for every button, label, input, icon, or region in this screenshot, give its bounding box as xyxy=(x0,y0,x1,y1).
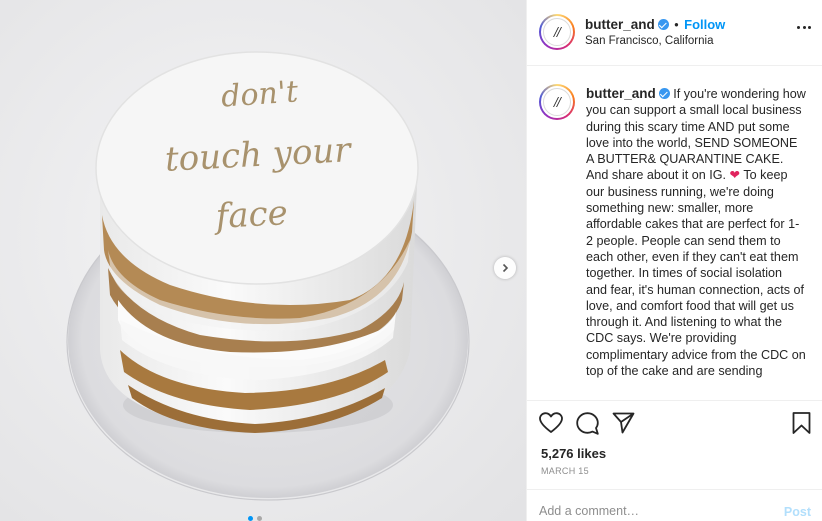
more-dot xyxy=(797,26,800,29)
heart-outline-icon[interactable] xyxy=(539,412,563,434)
carousel-indicator xyxy=(248,516,262,521)
bookmark-icon[interactable] xyxy=(792,412,811,434)
comment-input[interactable] xyxy=(539,504,759,518)
separator-dot: • xyxy=(674,18,679,32)
header-username[interactable]: butter_and xyxy=(585,17,655,32)
avatar-logo: // xyxy=(543,18,571,46)
comment-bar: Post xyxy=(527,489,822,521)
more-dot xyxy=(802,26,806,29)
caption-body-part2: To keep our business running, we're doin… xyxy=(586,168,806,379)
more-options-icon[interactable] xyxy=(797,26,811,29)
carousel-dot xyxy=(257,516,262,521)
cake-photo: don't touch your face xyxy=(0,0,526,521)
chevron-right-icon xyxy=(502,263,509,273)
post-actions: 5,276 likes MARCH 15 Post xyxy=(527,400,822,521)
instagram-post: don't touch your face // butter_and • Fo… xyxy=(0,0,822,521)
caption-area: // butter_and If you're wondering how yo… xyxy=(527,67,822,400)
paper-plane-icon[interactable] xyxy=(612,412,635,434)
post-sidebar: // butter_and • Follow San Francisco, Ca… xyxy=(526,0,822,521)
header-names: butter_and • Follow San Francisco, Calif… xyxy=(585,17,725,47)
post-comment-button[interactable]: Post xyxy=(784,505,811,519)
avatar-logo: // xyxy=(543,88,571,116)
carousel-dot-active xyxy=(248,516,253,521)
like-count[interactable]: 5,276 likes xyxy=(541,446,606,461)
location-link[interactable]: San Francisco, California xyxy=(585,35,725,47)
cake-lettering-line3: face xyxy=(212,193,289,237)
verified-badge-icon xyxy=(658,88,670,99)
carousel-next-button[interactable] xyxy=(494,257,516,279)
heart-emoji: ❤ xyxy=(729,168,741,183)
avatar[interactable]: // xyxy=(539,14,575,50)
cake-lettering-line1: don't xyxy=(220,74,300,114)
caption-avatar[interactable]: // xyxy=(539,84,575,120)
post-header: // butter_and • Follow San Francisco, Ca… xyxy=(527,0,822,66)
avatar-ring: // xyxy=(541,16,573,48)
verified-badge-icon xyxy=(657,19,669,30)
caption-text: butter_and If you're wondering how you c… xyxy=(586,86,806,379)
caption-username[interactable]: butter_and xyxy=(586,86,656,101)
follow-button[interactable]: Follow xyxy=(684,17,725,32)
post-image[interactable]: don't touch your face xyxy=(0,0,526,521)
more-dot xyxy=(808,26,811,29)
comment-bubble-icon[interactable] xyxy=(576,412,599,435)
post-date: MARCH 15 xyxy=(541,466,589,476)
avatar-ring: // xyxy=(541,86,573,118)
